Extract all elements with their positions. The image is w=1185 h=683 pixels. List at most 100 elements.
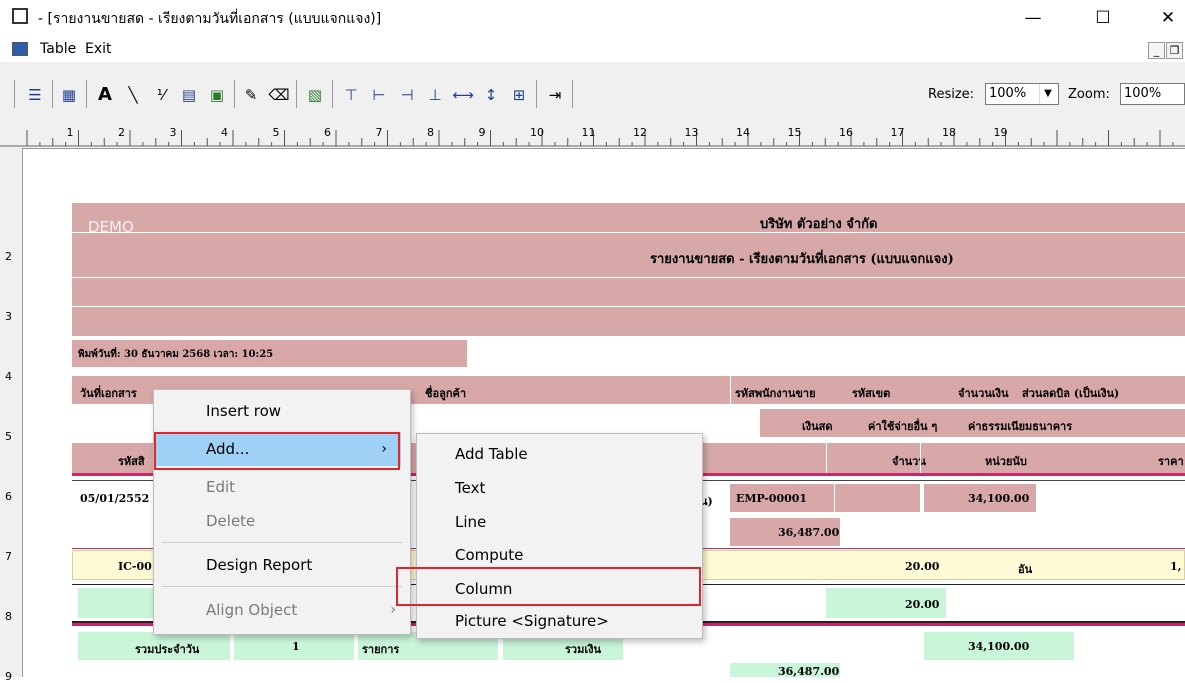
exit-door-icon[interactable]: ⇥ <box>544 84 566 106</box>
daily-amount[interactable]: 34,100.00 <box>968 640 1029 653</box>
menu-table[interactable]: Table <box>40 41 76 57</box>
menu-insert-row-label: Insert row <box>206 402 282 420</box>
vertical-ruler: 23456789 <box>0 148 23 683</box>
toolbar-grip <box>14 80 15 108</box>
ruler-number: 18 <box>942 126 956 139</box>
maximize-button[interactable]: ☐ <box>1080 0 1126 36</box>
menu-edit[interactable]: Edit <box>154 470 410 504</box>
text-icon[interactable]: A <box>94 84 116 106</box>
toolbar-separator <box>332 80 333 108</box>
daily-count[interactable]: 1 <box>292 640 300 653</box>
menu-align-object-label: Align Object <box>206 601 298 619</box>
daily-amount-label[interactable]: รวมเงิน <box>565 640 601 658</box>
col-price[interactable]: ราคา <box>1158 452 1184 470</box>
col-discount[interactable]: ส่วนลดบิล (เป็นเงิน) <box>1022 384 1119 402</box>
band-divider <box>72 232 1185 233</box>
compute-icon[interactable]: ⅟ <box>150 84 172 106</box>
ruler-number: 7 <box>5 550 12 563</box>
band-divider <box>72 277 1185 278</box>
chevron-down-icon[interactable]: ▼ <box>1039 84 1056 104</box>
bottom-partial[interactable]: 36,487.00 <box>778 665 839 677</box>
col-zone[interactable]: รหัสเขต <box>852 384 890 402</box>
submenu-picture-signature[interactable]: Picture <Signature> <box>417 604 702 638</box>
col-salesman[interactable]: รหัสพนักงานขาย <box>735 384 816 402</box>
mdi-restore-button[interactable]: ❐ <box>1166 42 1183 59</box>
zoom-value: 100% <box>1124 86 1162 101</box>
company-name[interactable]: บริษัท ตัวอย่าง จำกัด <box>760 213 877 234</box>
ruler-number: 1 <box>66 126 74 139</box>
ruler-number: 6 <box>5 490 12 503</box>
same-height-icon[interactable]: ↕ <box>480 84 502 106</box>
ruler-number: 7 <box>375 126 383 139</box>
item-qty[interactable]: 20.00 <box>905 560 939 573</box>
window-title: - [รายงานขายสด - เรียงตามวันที่เอกสาร (แ… <box>38 11 382 27</box>
submenu-line-label: Line <box>455 513 487 531</box>
zoom-label: Zoom: <box>1068 87 1110 102</box>
col-expense[interactable]: ค่าใช้จ่ายอื่น ๆ <box>868 417 937 435</box>
col-bankfee[interactable]: ค่าธรรมเนียมธนาคาร <box>968 417 1072 435</box>
menu-delete[interactable]: Delete <box>154 504 410 538</box>
menu-exit[interactable]: Exit <box>85 41 112 57</box>
align-bottom-icon[interactable]: ⊥ <box>424 84 446 106</box>
submenu-line[interactable]: Line <box>417 505 702 539</box>
submenu-text[interactable]: Text <box>417 471 702 505</box>
eraser-icon[interactable]: ⌫ <box>268 84 290 106</box>
row-emp-code[interactable]: EMP-00001 <box>736 492 807 505</box>
horizontal-ruler: 1 2 3 4 5 6 7 8 9 10 11 12 13 14 15 16 17 18 19 <box>0 118 1185 149</box>
align-right-icon[interactable]: ⊣ <box>396 84 418 106</box>
col-divider <box>826 443 827 473</box>
menu-design-report-label: Design Report <box>206 556 313 574</box>
annotation-highlight-add <box>154 432 400 470</box>
item-price[interactable]: 1, <box>1170 560 1181 573</box>
align-top-icon[interactable]: ⊤ <box>340 84 362 106</box>
report-header-band[interactable] <box>72 201 1185 336</box>
toolbar-separator <box>234 80 235 108</box>
signature-icon[interactable]: ✎ <box>240 84 262 106</box>
col-item-code[interactable]: รหัสสิ <box>118 452 145 470</box>
menu-separator <box>162 542 402 543</box>
row-amount[interactable]: 34,100.00 <box>968 492 1029 505</box>
menu-align-object[interactable]: Align Object › <box>154 593 410 627</box>
col-amount[interactable]: จำนวนเงิน <box>958 384 1009 402</box>
col-customer[interactable]: ชื่อลูกค้า <box>425 384 466 402</box>
ruler-number: 17 <box>890 126 905 139</box>
document-icon[interactable] <box>12 42 28 56</box>
item-code[interactable]: IC-00 <box>118 560 152 573</box>
report-title[interactable]: รายงานขายสด - เรียงตามวันที่เอกสาร (แบบแ… <box>650 248 954 269</box>
properties-icon[interactable]: ☰ <box>24 84 46 106</box>
col-divider <box>730 376 731 404</box>
zoom-select[interactable]: 100% <box>1120 83 1185 105</box>
menu-design-report[interactable]: Design Report <box>154 548 410 582</box>
column-icon[interactable]: ▤ <box>178 84 200 106</box>
report-app-icon[interactable] <box>12 8 28 24</box>
row-doc-date[interactable]: 05/01/2552 <box>80 492 149 505</box>
menu-delete-label: Delete <box>206 512 256 530</box>
same-size-icon[interactable]: ⊞ <box>508 84 530 106</box>
line-icon[interactable]: ╲ <box>122 84 144 106</box>
row-cash[interactable]: 36,487.00 <box>778 526 839 539</box>
daily-total-label[interactable]: รวมประจำวัน <box>135 640 199 658</box>
col-divider <box>834 484 835 512</box>
picture-icon[interactable]: ▣ <box>206 84 228 106</box>
toolbar-separator <box>296 80 297 108</box>
mdi-minimize-button[interactable]: _ <box>1148 42 1165 59</box>
menu-insert-row[interactable]: Insert row <box>154 394 410 428</box>
submenu-picture-signature-label: Picture <Signature> <box>455 612 609 630</box>
print-date-cell[interactable]: พิมพ์วันที่: 30 ธันวาคม 2568 เวลา: 10:25 <box>72 340 467 367</box>
table-icon[interactable]: ▦ <box>58 84 80 106</box>
close-button[interactable]: ✕ <box>1145 0 1185 36</box>
chart-icon[interactable]: ▧ <box>304 84 326 106</box>
ruler-number: 3 <box>5 310 12 323</box>
same-width-icon[interactable]: ⟷ <box>452 84 474 106</box>
minimize-button[interactable]: — <box>1010 0 1056 36</box>
submenu-add-table-label: Add Table <box>455 445 528 463</box>
col-cash[interactable]: เงินสด <box>802 417 833 435</box>
resize-select[interactable]: 100% ▼ <box>985 83 1059 105</box>
submenu-add-table[interactable]: Add Table <box>417 437 702 471</box>
col-unit[interactable]: หน่วยนับ <box>985 452 1027 470</box>
daily-items[interactable]: รายการ <box>362 640 399 658</box>
item-unit[interactable]: อัน <box>1018 560 1032 578</box>
col-doc-date[interactable]: วันที่เอกสาร <box>80 384 137 402</box>
align-left-icon[interactable]: ⊢ <box>368 84 390 106</box>
sum-qty[interactable]: 20.00 <box>905 598 939 611</box>
